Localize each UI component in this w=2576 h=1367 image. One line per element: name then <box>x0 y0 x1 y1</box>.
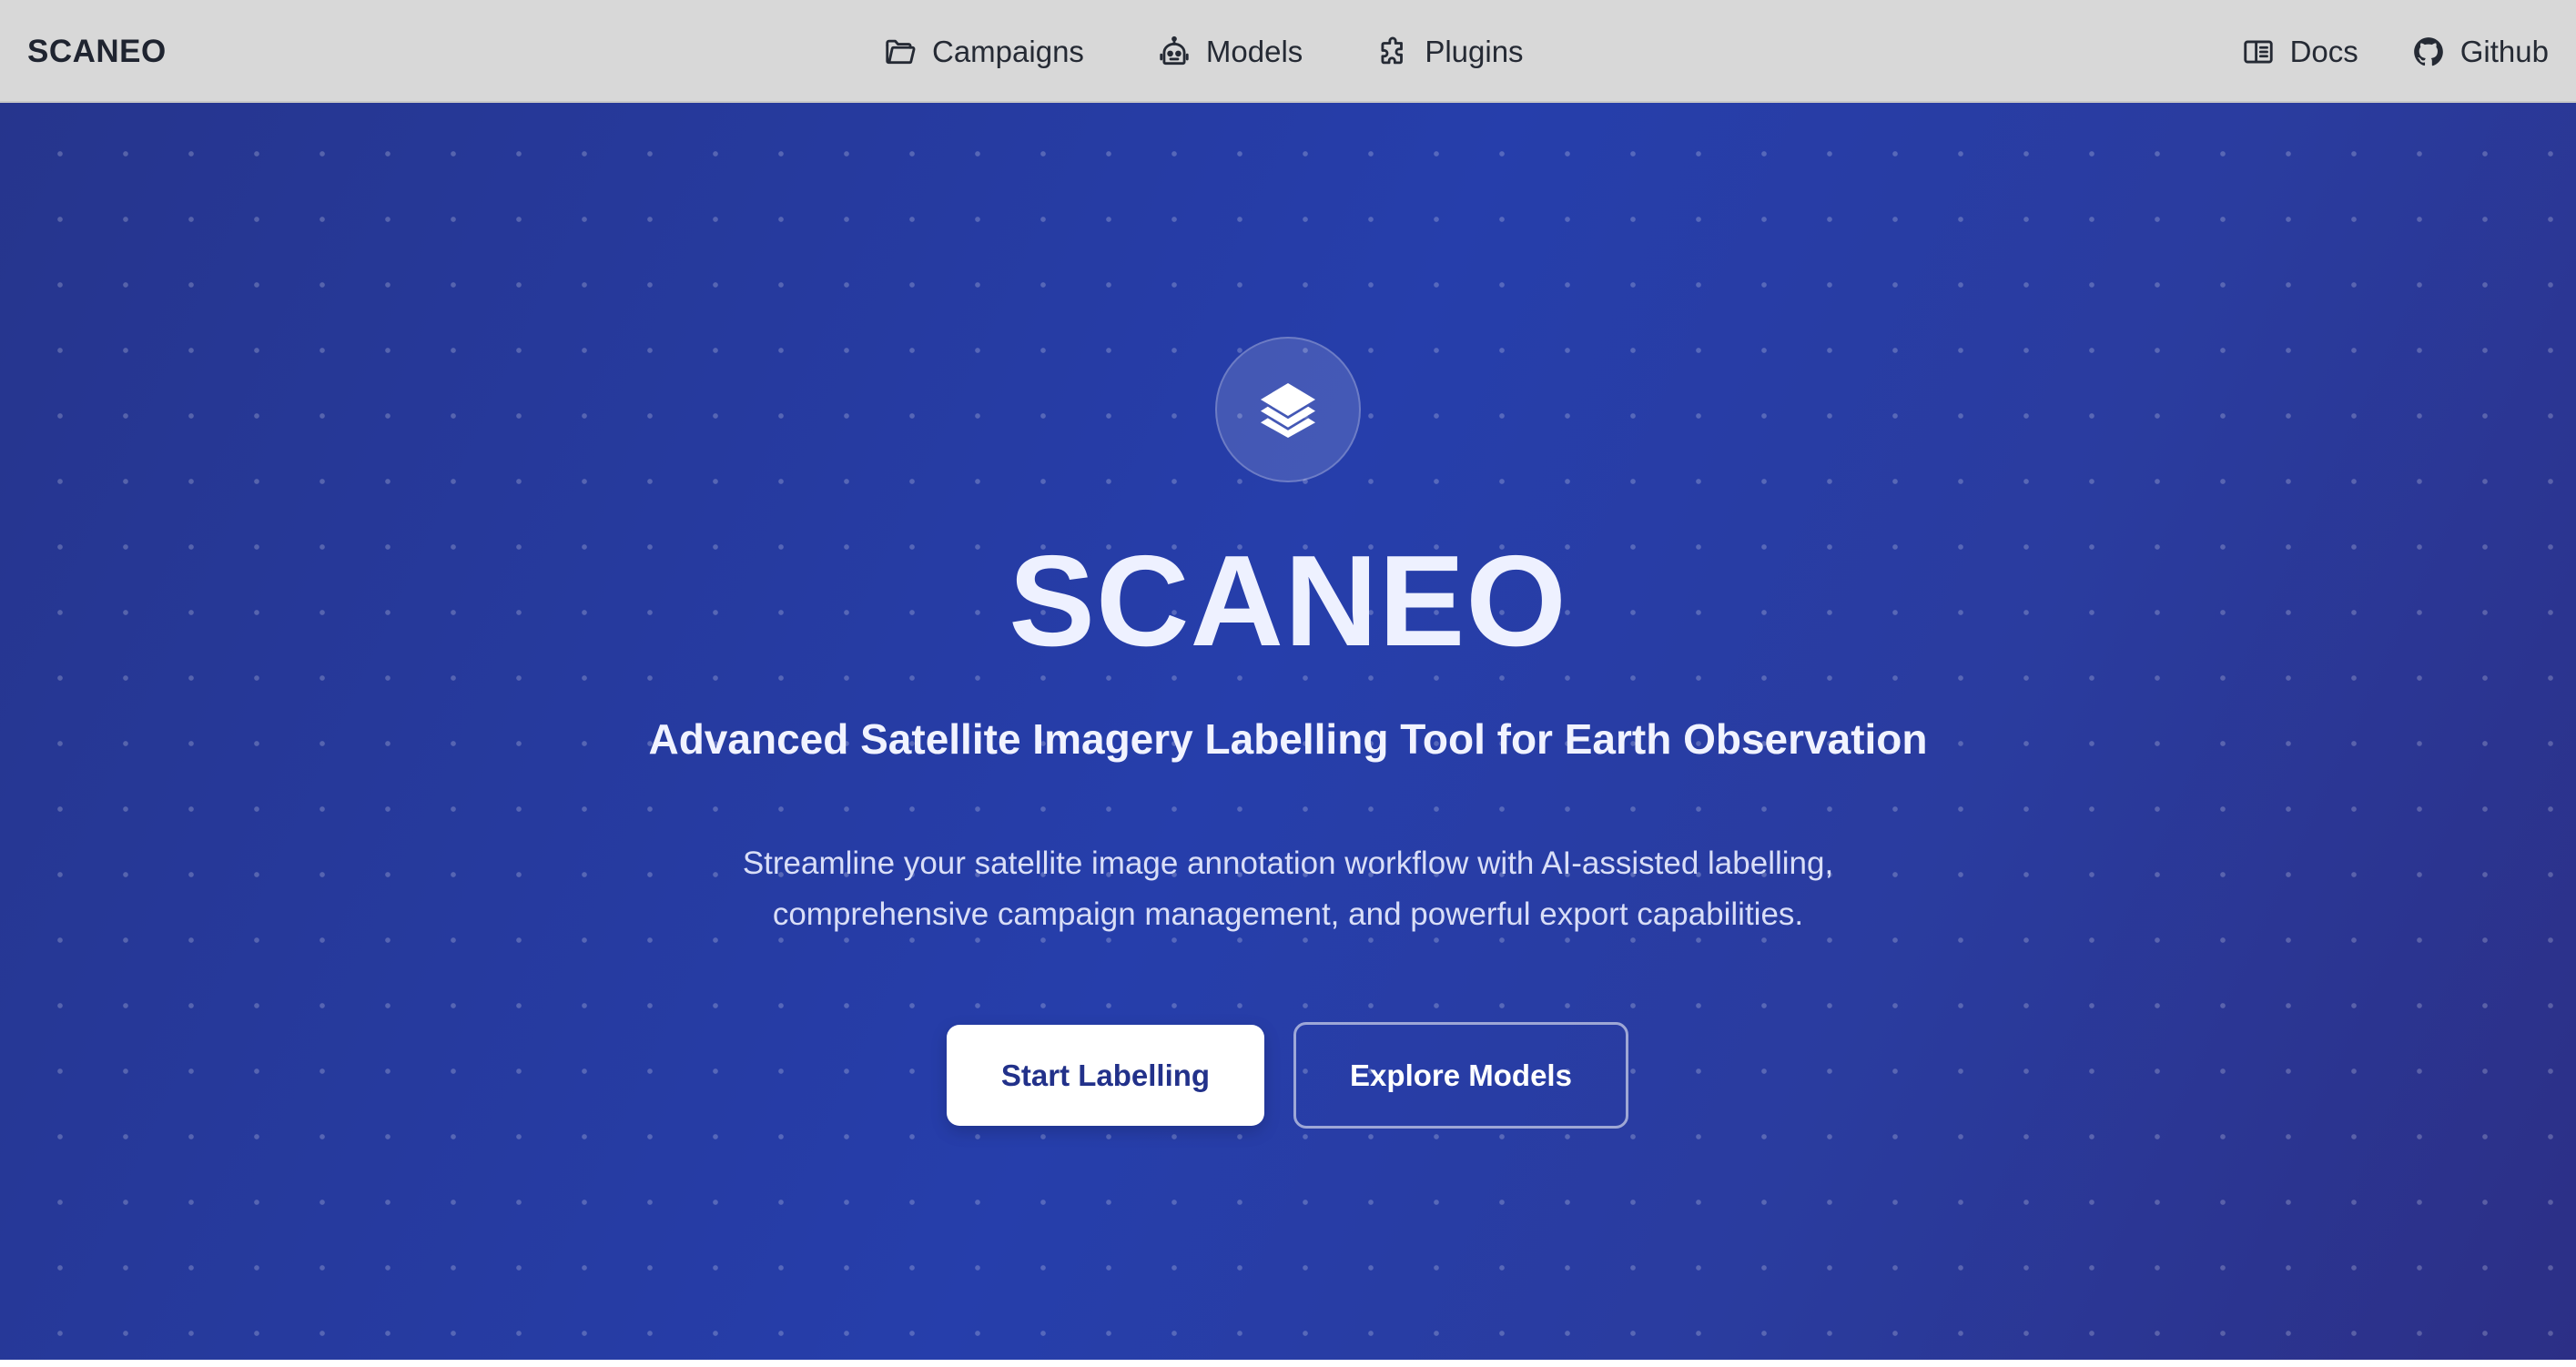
main-nav: Campaigns Models Plugins <box>883 0 1524 103</box>
nav-label-docs: Docs <box>2289 34 2358 68</box>
nav-item-docs[interactable]: Docs <box>2241 35 2358 69</box>
github-icon <box>2411 35 2446 69</box>
folder-open-icon <box>883 35 918 69</box>
nav-label-github: Github <box>2459 34 2549 68</box>
nav-item-github[interactable]: Github <box>2411 35 2549 69</box>
nav-item-models[interactable]: Models <box>1157 35 1303 69</box>
layers-icon <box>1255 375 1321 445</box>
top-navbar: SCANEO Campaigns Models Plugins Docs Git… <box>0 0 2576 103</box>
hero-section: SCANEO Advanced Satellite Imagery Labell… <box>0 103 2576 1363</box>
hero-description: Streamline your satellite image annotati… <box>0 838 2576 940</box>
hero-description-line-2: comprehensive campaign management, and p… <box>772 896 1804 932</box>
brand-logo-text[interactable]: SCANEO <box>27 0 167 103</box>
explore-models-button[interactable]: Explore Models <box>1293 1022 1628 1129</box>
start-labelling-button[interactable]: Start Labelling <box>947 1025 1264 1126</box>
hero-title: SCANEO <box>1009 529 1567 673</box>
book-icon <box>2241 35 2276 69</box>
secondary-nav: Docs Github <box>2241 0 2549 103</box>
hero-description-line-1: Streamline your satellite image annotati… <box>742 846 1834 881</box>
hero-bottom-divider <box>0 1360 2576 1363</box>
puzzle-icon <box>1375 35 1410 69</box>
hero-subtitle: Advanced Satellite Imagery Labelling Too… <box>648 715 1928 763</box>
nav-label-plugins: Plugins <box>1425 34 1524 68</box>
nav-item-plugins[interactable]: Plugins <box>1375 34 1524 69</box>
nav-item-campaigns[interactable]: Campaigns <box>883 35 1084 69</box>
hero-logo-badge <box>1215 337 1361 482</box>
nav-label-campaigns: Campaigns <box>932 34 1084 68</box>
robot-icon <box>1157 35 1192 69</box>
nav-label-models: Models <box>1205 34 1303 68</box>
